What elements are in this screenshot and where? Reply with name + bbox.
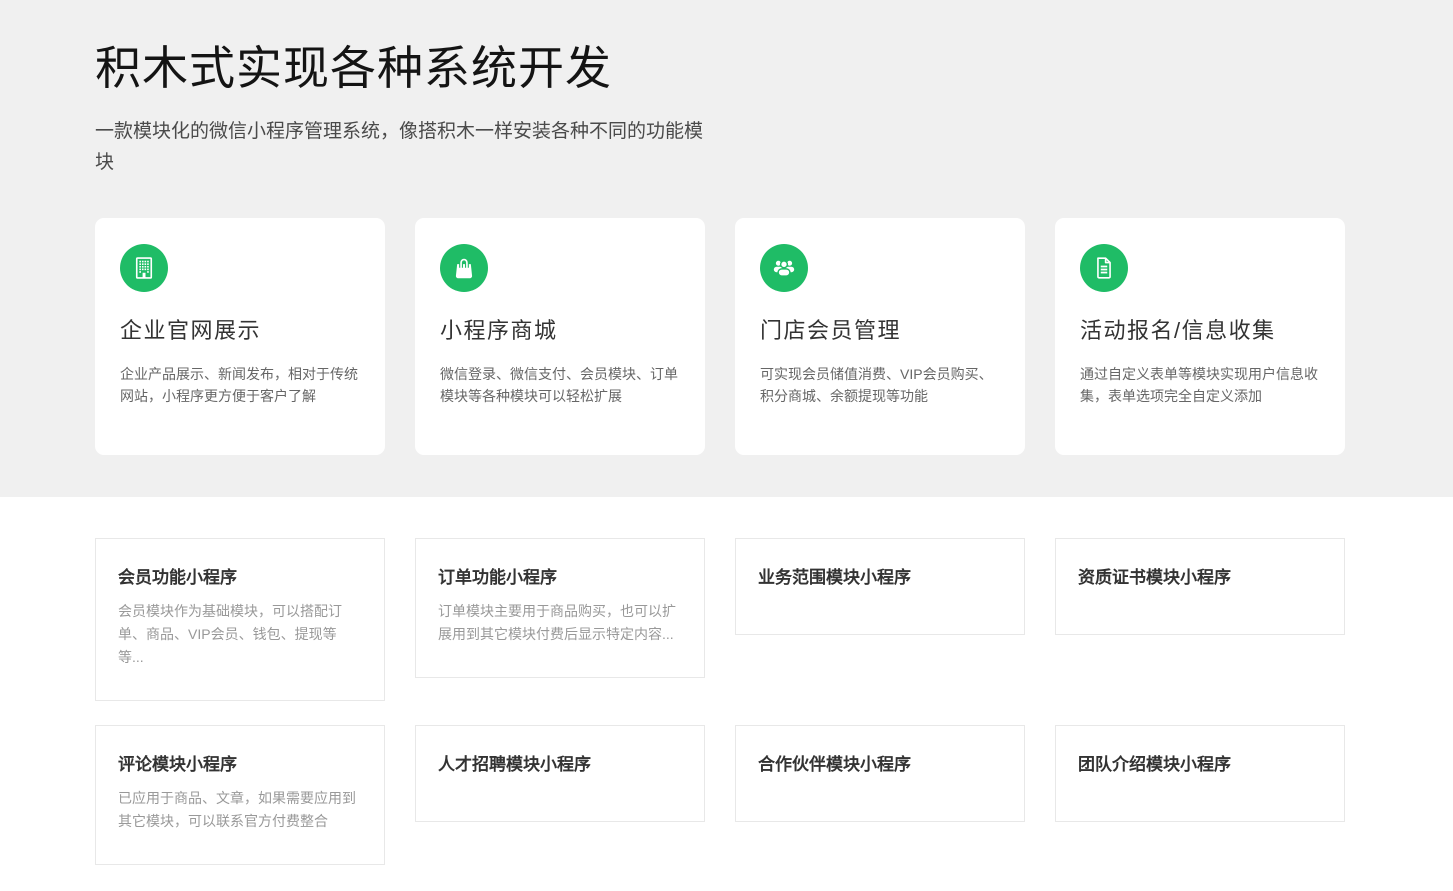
feature-card-official-site: 企业官网展示 企业产品展示、新闻发布，相对于传统网站，小程序更方便于客户了解	[95, 218, 385, 455]
feature-card-title: 活动报名/信息收集	[1080, 319, 1320, 343]
module-card-certificates[interactable]: 资质证书模块小程序	[1055, 538, 1345, 635]
page: 积木式实现各种系统开发 一款模块化的微信小程序管理系统，像搭积木一样安装各种不同…	[0, 0, 1453, 891]
module-card-title: 合作伙伴模块小程序	[758, 755, 1002, 774]
shopping-bag-icon	[451, 255, 477, 281]
users-icon	[760, 244, 808, 292]
module-card-team[interactable]: 团队介绍模块小程序	[1055, 725, 1345, 822]
page-title: 积木式实现各种系统开发	[95, 0, 1345, 94]
hero-section: 积木式实现各种系统开发 一款模块化的微信小程序管理系统，像搭积木一样安装各种不同…	[0, 0, 1453, 497]
module-card-title: 会员功能小程序	[118, 568, 362, 587]
module-card-comments[interactable]: 评论模块小程序 已应用于商品、文章，如果需要应用到其它模块，可以联系官方付费整合	[95, 725, 385, 865]
module-card-title: 资质证书模块小程序	[1078, 568, 1322, 587]
document-icon	[1080, 244, 1128, 292]
feature-card-description: 微信登录、微信支付、会员模块、订单模块等各种模块可以轻松扩展	[440, 363, 680, 407]
module-card-description: 已应用于商品、文章，如果需要应用到其它模块，可以联系官方付费整合	[118, 787, 362, 833]
module-card-description: 订单模块主要用于商品购买，也可以扩展用到其它模块付费后显示特定内容...	[438, 600, 682, 646]
feature-card-forms: 活动报名/信息收集 通过自定义表单等模块实现用户信息收集，表单选项完全自定义添加	[1055, 218, 1345, 455]
module-card-title: 订单功能小程序	[438, 568, 682, 587]
module-card-partners[interactable]: 合作伙伴模块小程序	[735, 725, 1025, 822]
feature-card-description: 通过自定义表单等模块实现用户信息收集，表单选项完全自定义添加	[1080, 363, 1320, 407]
feature-card-title: 小程序商城	[440, 319, 680, 343]
shopping-bag-icon	[440, 244, 488, 292]
module-card-member[interactable]: 会员功能小程序 会员模块作为基础模块，可以搭配订单、商品、VIP会员、钱包、提现…	[95, 538, 385, 701]
feature-card-title: 企业官网展示	[120, 319, 360, 343]
module-card-title: 人才招聘模块小程序	[438, 755, 682, 774]
feature-card-title: 门店会员管理	[760, 319, 1000, 343]
module-section: 会员功能小程序 会员模块作为基础模块，可以搭配订单、商品、VIP会员、钱包、提现…	[0, 497, 1453, 891]
document-icon	[1091, 255, 1117, 281]
module-card-order[interactable]: 订单功能小程序 订单模块主要用于商品购买，也可以扩展用到其它模块付费后显示特定内…	[415, 538, 705, 678]
module-card-title: 业务范围模块小程序	[758, 568, 1002, 587]
module-card-business-scope[interactable]: 业务范围模块小程序	[735, 538, 1025, 635]
users-icon	[771, 255, 797, 281]
feature-card-description: 企业产品展示、新闻发布，相对于传统网站，小程序更方便于客户了解	[120, 363, 360, 407]
module-card-grid: 会员功能小程序 会员模块作为基础模块，可以搭配订单、商品、VIP会员、钱包、提现…	[95, 538, 1345, 865]
feature-card-grid: 企业官网展示 企业产品展示、新闻发布，相对于传统网站，小程序更方便于客户了解 小…	[95, 218, 1345, 455]
page-subtitle: 一款模块化的微信小程序管理系统，像搭积木一样安装各种不同的功能模块	[95, 116, 709, 178]
building-icon	[120, 244, 168, 292]
module-card-title: 评论模块小程序	[118, 755, 362, 774]
building-icon	[131, 255, 157, 281]
feature-card-mall: 小程序商城 微信登录、微信支付、会员模块、订单模块等各种模块可以轻松扩展	[415, 218, 705, 455]
module-card-title: 团队介绍模块小程序	[1078, 755, 1322, 774]
module-card-description: 会员模块作为基础模块，可以搭配订单、商品、VIP会员、钱包、提现等等...	[118, 600, 362, 669]
module-card-recruitment[interactable]: 人才招聘模块小程序	[415, 725, 705, 822]
feature-card-description: 可实现会员储值消费、VIP会员购买、积分商城、余额提现等功能	[760, 363, 1000, 407]
feature-card-members: 门店会员管理 可实现会员储值消费、VIP会员购买、积分商城、余额提现等功能	[735, 218, 1025, 455]
